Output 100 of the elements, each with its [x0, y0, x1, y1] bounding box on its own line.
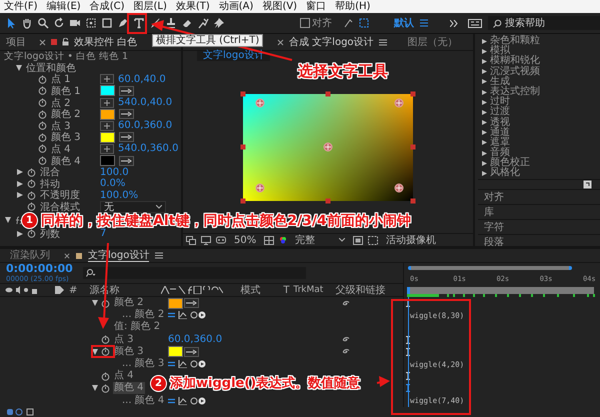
region-icon[interactable]	[353, 236, 364, 244]
property-label[interactable]: ... 颜色 2	[121, 309, 166, 322]
property-label[interactable]: 颜色 4	[113, 382, 145, 394]
monitor-icon[interactable]	[201, 236, 211, 244]
crosshair-icon[interactable]	[100, 120, 114, 131]
close-icon[interactable]	[277, 38, 284, 46]
twirl-icon[interactable]	[92, 300, 98, 306]
zoom-dropdown[interactable]: 50%	[231, 234, 260, 246]
workspace-tab[interactable]: 默认	[394, 16, 414, 30]
property-label[interactable]: 颜色 2	[113, 297, 145, 310]
color-swatch[interactable]	[168, 298, 183, 309]
column-header[interactable]: T	[283, 284, 294, 296]
column-header[interactable]: 父级和链接	[335, 283, 386, 297]
stopwatch-icon[interactable]	[101, 298, 110, 308]
layer-handle-icon[interactable]	[410, 198, 416, 203]
column-header[interactable]: TrkMat	[293, 285, 336, 295]
layer-handle-icon[interactable]	[240, 198, 246, 203]
layer-search-field[interactable]	[82, 267, 306, 279]
blend-mode-dropdown[interactable]: 无	[100, 200, 166, 213]
color-swatch[interactable]	[100, 132, 115, 143]
stopwatch-icon[interactable]	[38, 121, 47, 130]
stopwatch-icon[interactable]	[38, 144, 47, 154]
help-search-field[interactable]: 搜索帮助	[488, 16, 600, 30]
comp-tab[interactable]: 合成 文字logo设计	[289, 35, 374, 49]
collapsed-panel[interactable]: 段落	[484, 234, 504, 246]
property-label[interactable]: 点 3	[113, 334, 135, 346]
pick-whip-icon[interactable]	[341, 298, 350, 308]
tool-button[interactable]	[36, 15, 50, 31]
keyboard-icon[interactable]	[468, 18, 482, 28]
color-channels-icon[interactable]	[279, 236, 288, 244]
checkbox[interactable]	[300, 18, 310, 28]
menu-item[interactable]: 合成(C)	[90, 0, 124, 13]
property-value[interactable]: 60.0,360.0	[168, 334, 222, 346]
menu-item[interactable]: 效果(T)	[176, 0, 210, 13]
eyedropper-icon[interactable]	[119, 156, 134, 166]
twirl-icon[interactable]	[17, 169, 23, 176]
effect-category[interactable]: 模糊和锐化	[490, 56, 540, 67]
property-label[interactable]: ... 颜色 3	[121, 358, 166, 370]
menu-item[interactable]: 编辑(E)	[46, 0, 81, 13]
expression-controls-icon[interactable]	[168, 396, 206, 405]
menu-item[interactable]: 图层(L)	[133, 0, 167, 13]
stopwatch-icon[interactable]	[101, 347, 110, 356]
crosshair-icon[interactable]	[100, 74, 114, 84]
effect-category[interactable]: 透视	[490, 118, 510, 128]
snap-options-icon[interactable]	[344, 18, 370, 28]
twirl-icon[interactable]	[5, 217, 11, 224]
layer-handle-icon[interactable]	[410, 144, 416, 150]
camera-dropdown[interactable]: 活动摄像机	[383, 233, 440, 246]
effect-category[interactable]: 风格化	[490, 168, 520, 179]
twirl-icon[interactable]	[92, 348, 98, 355]
effect-category[interactable]: 模拟	[490, 46, 510, 56]
close-icon[interactable]	[64, 252, 70, 258]
timeline-tab[interactable]: 渲染队列	[10, 250, 50, 261]
menu-icon[interactable]	[378, 38, 387, 46]
expression-controls-icon[interactable]	[168, 311, 206, 320]
property-value[interactable]: 7	[100, 228, 106, 240]
stopwatch-icon[interactable]	[38, 110, 47, 119]
stopwatch-icon[interactable]	[38, 98, 47, 108]
menu-item[interactable]: 动画(A)	[218, 0, 254, 13]
keyframe-icon[interactable]	[406, 299, 410, 308]
effect-category[interactable]: 颜色校正	[490, 158, 530, 168]
effect-category[interactable]: 通道	[490, 128, 510, 138]
twirl-icon[interactable]	[17, 230, 23, 237]
keyframe-icon[interactable]	[406, 384, 410, 392]
property-label[interactable]: 颜色 3	[113, 346, 145, 358]
menu-item[interactable]: 视图(V)	[262, 0, 298, 13]
timeline-footer-icon[interactable]	[6, 408, 36, 416]
current-time[interactable]: 0:00:00:00	[6, 263, 73, 275]
effect-category[interactable]: 沉浸式视频	[490, 66, 540, 77]
crosshair-icon[interactable]	[100, 144, 114, 154]
eyedropper-icon[interactable]	[184, 298, 199, 308]
stopwatch-icon[interactable]	[38, 156, 47, 166]
stopwatch-icon[interactable]	[38, 74, 47, 84]
panel-tab[interactable]: 效果控件 白色	[74, 35, 138, 49]
eyedropper-icon[interactable]	[119, 86, 134, 96]
effect-category[interactable]: 过渡	[490, 107, 510, 118]
eyedropper-icon[interactable]	[184, 346, 199, 357]
lock-icon[interactable]	[62, 38, 69, 46]
twirl-icon[interactable]	[92, 385, 98, 392]
color-swatch[interactable]	[100, 155, 115, 166]
property-value[interactable]: 540.0,360.0	[118, 143, 178, 154]
stopwatch-icon[interactable]	[27, 229, 36, 238]
layer-handle-icon[interactable]	[410, 91, 416, 96]
layer-viewer-tab[interactable]: 图层（无）	[408, 35, 458, 49]
expression-controls-icon[interactable]	[168, 360, 206, 368]
layer-handle-icon[interactable]	[326, 198, 330, 203]
crosshair-icon[interactable]	[100, 98, 114, 108]
twirl-icon[interactable]	[17, 192, 23, 198]
property-value[interactable]: 100.0	[100, 166, 129, 178]
mask-icon[interactable]	[216, 236, 226, 244]
layers-icon[interactable]	[186, 236, 196, 244]
stopwatch-icon[interactable]	[101, 384, 110, 393]
menu-item[interactable]: 帮助(H)	[335, 0, 370, 13]
property-label[interactable]: ... 颜色 4	[121, 394, 166, 407]
transparency-grid-icon[interactable]	[368, 236, 378, 244]
menu-icon[interactable]	[155, 252, 164, 259]
stopwatch-icon[interactable]	[27, 190, 36, 200]
twirl-icon[interactable]	[16, 64, 22, 71]
expand-icon[interactable]	[450, 20, 458, 26]
property-value[interactable]: 540.0,40.0	[118, 97, 172, 108]
